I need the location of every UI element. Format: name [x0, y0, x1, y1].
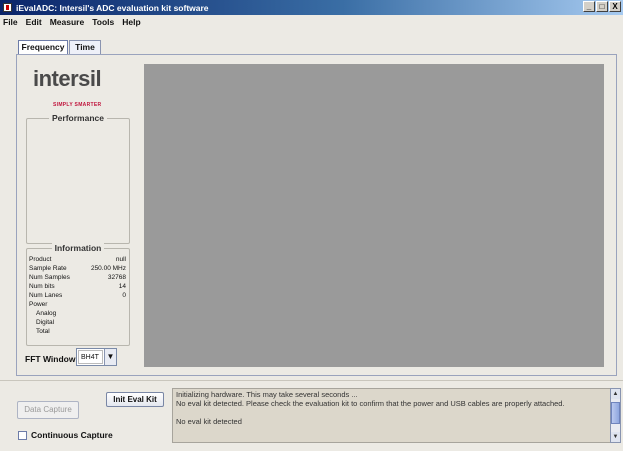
- plot-area: [144, 64, 604, 367]
- menu-measure[interactable]: Measure: [50, 17, 85, 27]
- menu-edit[interactable]: Edit: [26, 17, 42, 27]
- fft-window-select[interactable]: BH4T ▼: [76, 348, 117, 366]
- menu-tools[interactable]: Tools: [92, 17, 114, 27]
- menu-file[interactable]: File: [3, 17, 18, 27]
- close-button[interactable]: X: [609, 1, 621, 12]
- scroll-thumb[interactable]: [611, 402, 620, 424]
- info-row-analog: Analog: [36, 310, 57, 317]
- tab-frequency[interactable]: Frequency: [18, 40, 68, 55]
- log-scrollbar[interactable]: ▲ ▼: [610, 388, 621, 443]
- status-log[interactable]: Initializing hardware. This may take sev…: [172, 388, 612, 443]
- information-group: Information Product null Sample Rate 250.0…: [26, 243, 130, 346]
- info-row-sample-rate: Sample Rate 250.00 MHz: [29, 265, 126, 272]
- continuous-capture-checkbox[interactable]: [18, 430, 27, 440]
- intersil-logo: intersil: [33, 66, 102, 91]
- fft-window-label: FFT Window: [25, 354, 76, 364]
- info-row-num-samples: Num Samples 32768: [29, 274, 126, 281]
- chevron-down-icon[interactable]: ▼: [104, 349, 116, 365]
- title-bar: iEvalADC: Intersil's ADC evaluation kit …: [0, 0, 623, 15]
- app-icon: [3, 3, 12, 12]
- information-title: Information: [51, 243, 105, 253]
- performance-title: Performance: [49, 113, 107, 123]
- info-row-num-lanes: Num Lanes 0: [29, 292, 126, 299]
- info-row-digital: Digital: [36, 319, 55, 326]
- left-panel: intersil SIMPLY SMARTER Performance Info…: [23, 62, 132, 370]
- menu-help[interactable]: Help: [122, 17, 140, 27]
- data-capture-button[interactable]: Data Capture: [17, 401, 79, 419]
- maximize-button[interactable]: □: [596, 1, 608, 12]
- info-row-total: Total: [36, 328, 50, 335]
- log-line: Initializing hardware. This may take sev…: [176, 390, 358, 399]
- continuous-capture-row[interactable]: Continuous Capture: [18, 430, 113, 440]
- menu-bar: File Edit Measure Tools Help: [0, 15, 623, 29]
- log-line: No eval kit detected: [176, 417, 242, 426]
- minimize-button[interactable]: _: [583, 1, 595, 12]
- window-controls: _ □ X: [583, 1, 621, 12]
- log-line: No eval kit detected. Please check the e…: [176, 399, 565, 408]
- info-row-power: Power: [29, 301, 48, 308]
- fft-window-value[interactable]: BH4T: [78, 350, 103, 364]
- divider: [0, 380, 623, 381]
- init-eval-kit-button[interactable]: Init Eval Kit: [106, 392, 164, 407]
- continuous-capture-label: Continuous Capture: [31, 430, 113, 440]
- tab-time[interactable]: Time: [69, 40, 101, 54]
- performance-group: Performance: [26, 113, 130, 244]
- info-row-num-bits: Num bits 14: [29, 283, 126, 290]
- scroll-down-icon[interactable]: ▼: [611, 432, 620, 442]
- window-title: iEvalADC: Intersil's ADC evaluation kit …: [16, 2, 209, 13]
- logo-tagline: SIMPLY SMARTER: [53, 102, 102, 108]
- scroll-up-icon[interactable]: ▲: [611, 389, 620, 399]
- info-row-product: Product null: [29, 256, 126, 263]
